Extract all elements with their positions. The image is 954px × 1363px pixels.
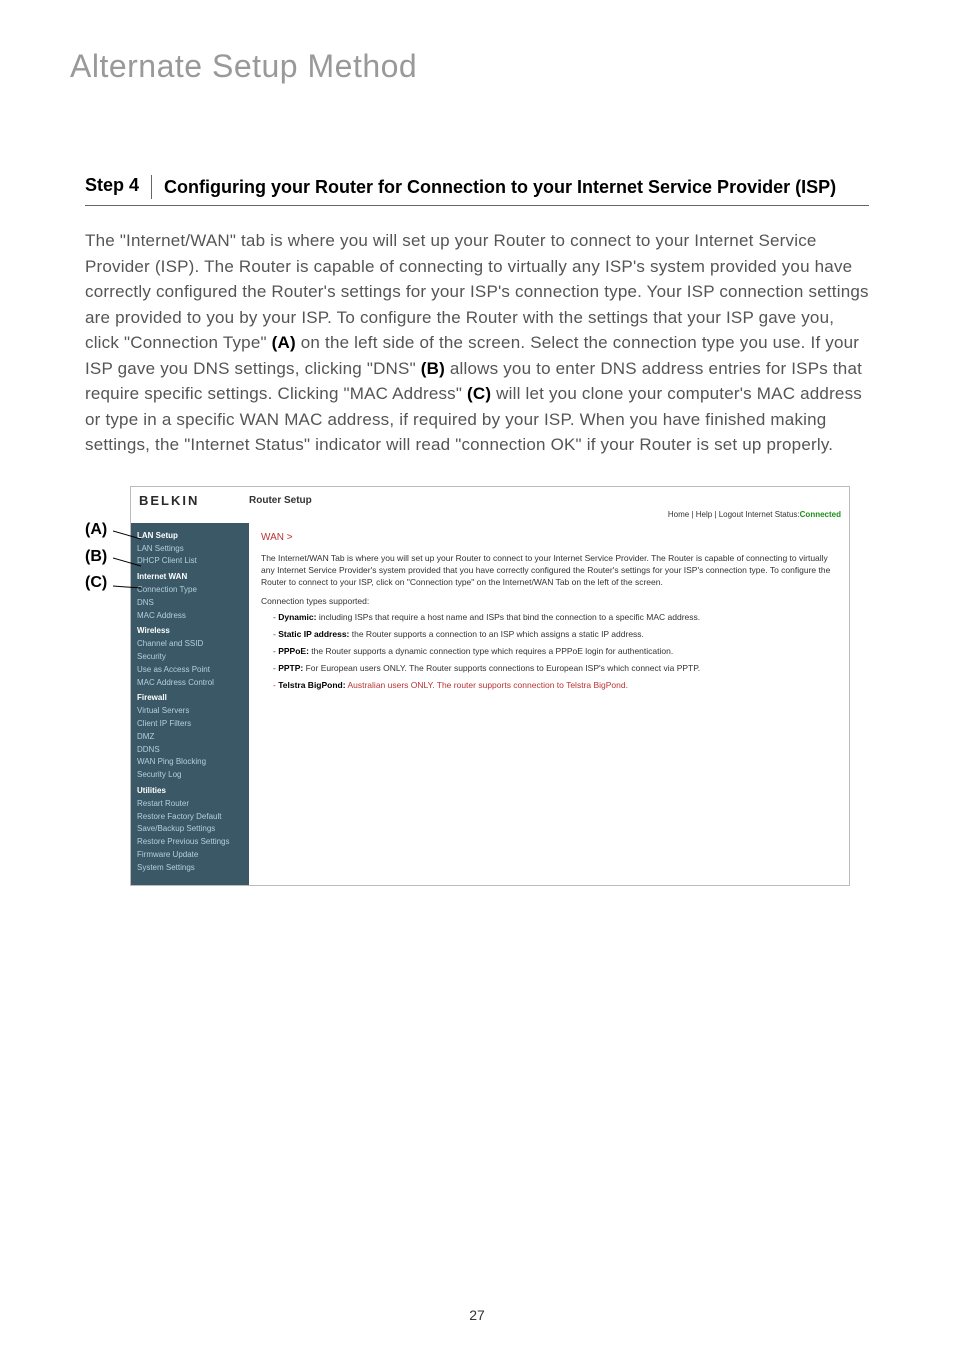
li-pptp-text: For European users ONLY. The Router supp… — [303, 663, 700, 673]
sidebar-item-access-point[interactable]: Use as Access Point — [137, 664, 243, 677]
breadcrumb: WAN > — [261, 531, 837, 545]
li-telstra-label: Telstra BigPond: — [278, 680, 345, 690]
sidebar-section-wan[interactable]: Internet WAN — [137, 571, 243, 584]
sidebar-item-restore-previous[interactable]: Restore Previous Settings — [137, 836, 243, 849]
sidebar-item-mac-address[interactable]: MAC Address — [137, 610, 243, 623]
sidebar-item-firmware[interactable]: Firmware Update — [137, 849, 243, 862]
callout-a: (A) — [85, 521, 107, 539]
sidebar-item-channel-ssid[interactable]: Channel and SSID — [137, 638, 243, 651]
sidebar-item-dns[interactable]: DNS — [137, 597, 243, 610]
li-telstra-text: Australian users ONLY. The router suppor… — [346, 680, 628, 690]
sidebar-item-mac-control[interactable]: MAC Address Control — [137, 677, 243, 690]
sidebar-item-restart[interactable]: Restart Router — [137, 798, 243, 811]
sidebar-section-wireless[interactable]: Wireless — [137, 625, 243, 638]
li-pppoe-label: PPPoE: — [278, 646, 309, 656]
sidebar-item-security-log[interactable]: Security Log — [137, 769, 243, 782]
sidebar-item-restore-default[interactable]: Restore Factory Default — [137, 811, 243, 824]
page-number: 27 — [0, 1307, 954, 1323]
content-area: Step 4 Configuring your Router for Conne… — [0, 85, 954, 886]
sidebar-section-firewall[interactable]: Firewall — [137, 692, 243, 705]
wan-intro-text: The Internet/WAN Tab is where you will s… — [261, 553, 837, 589]
callout-a-label: (A) — [85, 521, 107, 538]
sidebar-item-save-backup[interactable]: Save/Backup Settings — [137, 823, 243, 836]
router-logo: BELKIN — [139, 493, 249, 508]
callout-c: (C) — [85, 574, 107, 592]
li-static-text: the Router supports a connection to an I… — [349, 629, 644, 639]
callout-b-label: (B) — [85, 548, 107, 565]
step-body: The "Internet/WAN" tab is where you will… — [85, 228, 869, 458]
router-title: Router Setup — [249, 495, 312, 506]
sidebar-item-system-settings[interactable]: System Settings — [137, 862, 243, 875]
list-item: Telstra BigPond: Australian users ONLY. … — [271, 680, 837, 692]
callout-line-icon — [113, 582, 143, 592]
sidebar-item-dhcp-client[interactable]: DHCP Client List — [137, 555, 243, 568]
page-title: Alternate Setup Method — [0, 0, 954, 85]
sidebar-item-dmz[interactable]: DMZ — [137, 731, 243, 744]
sidebar-item-ddns[interactable]: DDNS — [137, 744, 243, 757]
router-admin-screenshot: BELKIN Router Setup Home | Help | Logout… — [130, 486, 850, 886]
ref-b: (B) — [421, 359, 445, 378]
screenshot-container: (A) (B) (C) BELKIN Router Setup Home | H… — [85, 486, 869, 886]
router-toplinks: Home | Help | Logout Internet Status: Co… — [131, 510, 849, 523]
callout-b: (B) — [85, 548, 107, 566]
router-main-panel: WAN > The Internet/WAN Tab is where you … — [249, 523, 849, 885]
li-pptp-label: PPTP: — [278, 663, 303, 673]
sidebar-section-lan[interactable]: LAN Setup — [137, 530, 243, 543]
sidebar-item-connection-type[interactable]: Connection Type — [137, 584, 243, 597]
sidebar-item-lan-settings[interactable]: LAN Settings — [137, 543, 243, 556]
callout-c-label: (C) — [85, 574, 107, 591]
list-item: Static IP address: the Router supports a… — [271, 629, 837, 641]
step-label: Step 4 — [85, 175, 152, 199]
li-dynamic-text: including ISPs that require a host name … — [316, 612, 700, 622]
ref-c: (C) — [467, 384, 491, 403]
step-title: Configuring your Router for Connection t… — [152, 175, 836, 199]
li-dynamic-label: Dynamic: — [278, 612, 316, 622]
callout-line-icon — [113, 556, 143, 570]
sidebar-item-client-ip-filters[interactable]: Client IP Filters — [137, 718, 243, 731]
sidebar-section-utilities[interactable]: Utilities — [137, 785, 243, 798]
list-item: PPTP: For European users ONLY. The Route… — [271, 663, 837, 675]
sidebar-item-wan-ping[interactable]: WAN Ping Blocking — [137, 756, 243, 769]
li-static-label: Static IP address: — [278, 629, 349, 639]
router-topbar: BELKIN Router Setup — [131, 487, 849, 510]
sidebar-item-security[interactable]: Security — [137, 651, 243, 664]
router-sidebar: LAN Setup LAN Settings DHCP Client List … — [131, 523, 249, 885]
list-item: PPPoE: the Router supports a dynamic con… — [271, 646, 837, 658]
list-item: Dynamic: including ISPs that require a h… — [271, 612, 837, 624]
router-toplinks-text[interactable]: Home | Help | Logout Internet Status: — [668, 510, 800, 519]
callout-line-icon — [113, 529, 143, 543]
ref-a: (A) — [272, 333, 296, 352]
step-header: Step 4 Configuring your Router for Conne… — [85, 175, 869, 206]
sidebar-item-virtual-servers[interactable]: Virtual Servers — [137, 705, 243, 718]
li-pppoe-text: the Router supports a dynamic connection… — [309, 646, 673, 656]
internet-status-value: Connected — [800, 510, 841, 519]
connection-types-header: Connection types supported: — [261, 596, 837, 608]
router-body: LAN Setup LAN Settings DHCP Client List … — [131, 523, 849, 885]
connection-types-list: Dynamic: including ISPs that require a h… — [261, 612, 837, 691]
